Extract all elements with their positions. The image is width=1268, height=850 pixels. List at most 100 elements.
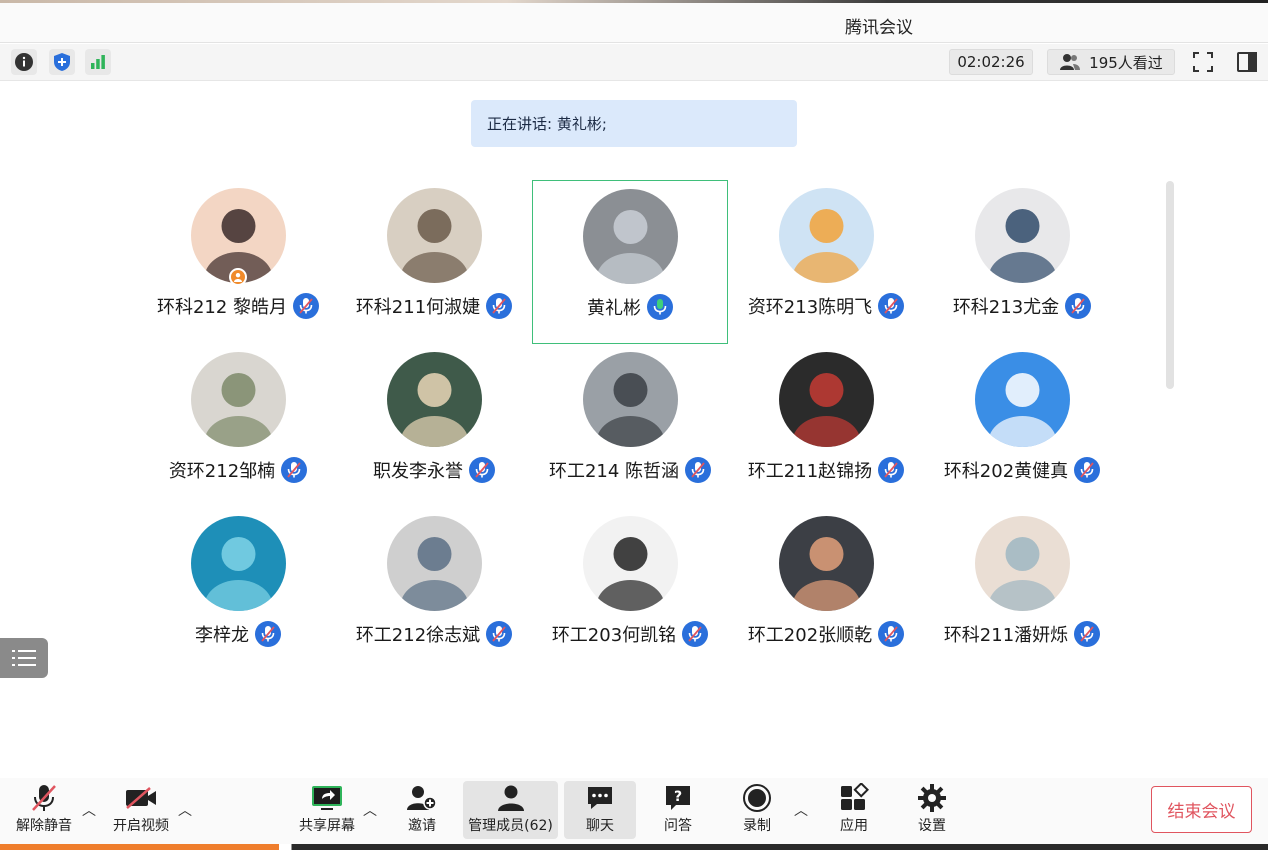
- participant-tile[interactable]: 资环213陈明飞: [728, 180, 924, 344]
- participant-name: 环科211潘妍烁: [943, 625, 1069, 646]
- speaking-indicator: 正在讲话: 黄礼彬;: [471, 100, 797, 147]
- participant-name: 环科213尤金: [952, 297, 1060, 318]
- settings-label: 设置: [918, 818, 946, 834]
- apps-icon: [841, 783, 869, 810]
- avatar: [778, 188, 874, 283]
- participant-name: 资环213陈明飞: [747, 297, 873, 318]
- window-title: 腾讯会议: [845, 18, 913, 38]
- avatar: [778, 516, 874, 611]
- shield-icon[interactable]: [49, 49, 75, 75]
- participant-tile[interactable]: 职发李永誉: [336, 344, 532, 508]
- participant-tile[interactable]: 环工211赵锦扬: [728, 344, 924, 508]
- participant-name: 黄礼彬: [587, 298, 641, 319]
- mic-muted-icon: [1074, 621, 1101, 647]
- record-icon: [743, 784, 771, 812]
- grid-scrollbar[interactable]: [1166, 181, 1174, 389]
- qa-button[interactable]: ? 问答: [658, 781, 698, 839]
- mic-muted-icon: [486, 293, 513, 319]
- participant-name: 环工212徐志斌: [355, 625, 481, 646]
- bottom-decor-strip: [0, 844, 1268, 850]
- chat-button[interactable]: 聊天: [564, 781, 636, 839]
- participant-name-row: 李梓龙: [140, 621, 336, 647]
- avatar: [386, 188, 482, 283]
- apps-label: 应用: [840, 818, 868, 834]
- participant-name: 环科211何淑婕: [355, 297, 481, 318]
- meeting-timer: 02:02:26: [949, 49, 1033, 75]
- participant-tile[interactable]: 环科213尤金: [924, 180, 1120, 344]
- chat-icon: [588, 787, 612, 809]
- mic-muted-icon: [682, 621, 709, 647]
- participant-tile[interactable]: 李梓龙: [140, 508, 336, 672]
- participant-tile[interactable]: 环工214 陈哲涵: [532, 344, 728, 508]
- participant-tile[interactable]: 环科211潘妍烁: [924, 508, 1120, 672]
- start-video-button[interactable]: 开启视频: [110, 781, 172, 839]
- host-badge-icon: [229, 268, 247, 286]
- participant-name: 环工203何凯铭: [551, 625, 677, 646]
- mic-muted-icon: [1065, 293, 1092, 319]
- participant-name: 环工214 陈哲涵: [548, 461, 680, 482]
- participant-tile[interactable]: 黄礼彬: [532, 180, 728, 344]
- mic-muted-icon: [255, 621, 281, 647]
- participant-name: 环工202张顺乾: [747, 625, 873, 646]
- end-meeting-button[interactable]: 结束会议: [1151, 786, 1252, 833]
- viewers-label: 195人看过: [1089, 53, 1163, 72]
- video-options-chevron-up-icon[interactable]: ︿: [178, 800, 192, 820]
- mic-muted-icon: [878, 621, 905, 647]
- avatar: [974, 352, 1070, 447]
- audio-options-chevron-up-icon[interactable]: ︿: [82, 800, 96, 820]
- participant-name: 李梓龙: [195, 625, 249, 646]
- participant-tile[interactable]: 资环212邹楠: [140, 344, 336, 508]
- share-screen-icon: [312, 786, 342, 810]
- gear-icon: [918, 784, 946, 812]
- participant-tile[interactable]: 环工212徐志斌: [336, 508, 532, 672]
- mic-muted-icon: [281, 457, 308, 483]
- mic-muted-icon: [469, 457, 495, 483]
- avatar: [778, 352, 874, 447]
- list-icon: [12, 650, 36, 666]
- record-button[interactable]: 录制: [737, 781, 777, 839]
- title-bar: 腾讯会议: [0, 3, 1268, 43]
- mic-muted-icon: [486, 621, 513, 647]
- participant-tile[interactable]: 环工202张顺乾: [728, 508, 924, 672]
- participant-tile[interactable]: 环科212 黎皓月: [140, 180, 336, 344]
- avatar: [386, 516, 482, 611]
- avatar: [974, 516, 1070, 611]
- list-view-button[interactable]: [0, 638, 48, 678]
- manage-members-button[interactable]: 管理成员(62): [463, 781, 558, 839]
- participant-name-row: 职发李永誉: [336, 457, 532, 483]
- share-options-chevron-up-icon[interactable]: ︿: [363, 800, 377, 820]
- svg-text:?: ?: [674, 789, 682, 805]
- apps-button[interactable]: 应用: [834, 781, 874, 839]
- share-screen-button[interactable]: 共享屏幕: [296, 781, 358, 839]
- participant-name-row: 环科211何淑婕: [336, 293, 532, 319]
- viewers-count[interactable]: 195人看过: [1047, 49, 1175, 75]
- avatar: [190, 516, 286, 611]
- invite-button[interactable]: 邀请: [402, 781, 442, 839]
- signal-icon[interactable]: [85, 49, 111, 75]
- participant-name-row: 资环212邹楠: [140, 457, 336, 483]
- invite-label: 邀请: [408, 818, 436, 834]
- participant-tile[interactable]: 环科211何淑婕: [336, 180, 532, 344]
- participant-grid: 环科212 黎皓月 环科211何淑婕 黄礼彬 资环213陈明飞 环科213尤金资环212…: [140, 180, 1120, 670]
- members-icon: [497, 785, 524, 811]
- participant-tile[interactable]: 环工203何凯铭: [532, 508, 728, 672]
- unmute-button[interactable]: 解除静音: [14, 781, 74, 839]
- participant-name: 环科212 黎皓月: [156, 297, 288, 318]
- question-icon: ?: [666, 786, 690, 810]
- fullscreen-icon[interactable]: [1190, 49, 1216, 75]
- settings-button[interactable]: 设置: [912, 781, 952, 839]
- sidebar-toggle-icon[interactable]: [1234, 49, 1260, 75]
- avatar: [974, 188, 1070, 283]
- meeting-toolbar: 02:02:26 195人看过: [0, 44, 1268, 81]
- chat-label: 聊天: [586, 818, 614, 834]
- mic-muted-icon: [878, 457, 905, 483]
- participant-tile[interactable]: 环科202黄健真: [924, 344, 1120, 508]
- avatar: [582, 516, 678, 611]
- participant-name-row: 环科213尤金: [924, 293, 1120, 319]
- participant-name-row: 环科202黄健真: [924, 457, 1120, 483]
- people-icon: [1060, 54, 1081, 70]
- participant-name: 环科202黄健真: [943, 461, 1069, 482]
- qa-label: 问答: [664, 818, 692, 834]
- info-icon[interactable]: [11, 49, 37, 75]
- record-options-chevron-up-icon[interactable]: ︿: [794, 800, 808, 820]
